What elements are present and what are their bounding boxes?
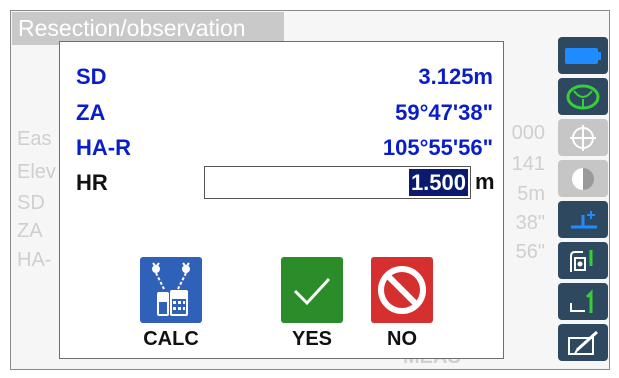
bg-row-value: 000: [511, 122, 545, 144]
bg-row-value: 141: [511, 153, 545, 175]
yes-button-label: YES: [291, 328, 333, 350]
no-button[interactable]: NO: [371, 257, 433, 350]
ha-r-value: 105°55'56": [382, 135, 493, 160]
bg-row-label: Eas: [17, 128, 52, 150]
za-value: 59°47'38": [395, 100, 493, 125]
bg-row-value: 5m: [517, 183, 545, 205]
bg-row-label: SD: [17, 192, 45, 214]
bg-row-label: ZA: [17, 220, 43, 242]
hr-input-value: 1.500: [408, 169, 468, 196]
edit-icon[interactable]: [558, 324, 608, 361]
no-button-label: NO: [387, 328, 417, 350]
bg-row-value: 56": [515, 241, 545, 263]
target-icon[interactable]: [558, 119, 608, 156]
screen: Resection/observation Eas 000 Elev 141 S…: [10, 10, 610, 370]
confirm-dialog: SD 3.125m ZA 59°47'38" HA-R 105°55'56" H…: [59, 41, 504, 359]
yes-button[interactable]: YES: [281, 257, 343, 350]
laser-icon[interactable]: [558, 160, 608, 197]
sd-value: 3.125m: [418, 64, 493, 89]
za-label: ZA: [76, 100, 106, 125]
tilt-icon[interactable]: [558, 78, 608, 115]
prism-icon[interactable]: [558, 242, 608, 279]
ha-r-label: HA-R: [76, 135, 131, 160]
checkmark-icon: [281, 257, 343, 323]
hr-input[interactable]: 1.500: [204, 166, 471, 199]
calc-icon: [140, 257, 202, 323]
bg-row-value: 38": [515, 212, 545, 234]
battery-icon: [558, 37, 608, 74]
hr-unit: m: [475, 169, 495, 194]
height-icon[interactable]: [558, 201, 608, 238]
calc-button-label: CALC: [143, 328, 199, 350]
prohibited-icon: [371, 257, 433, 323]
page-one-icon[interactable]: [558, 283, 608, 320]
bg-row-label: HA-: [17, 249, 52, 271]
calc-button[interactable]: CALC: [140, 257, 202, 350]
sd-label: SD: [76, 64, 107, 89]
bg-row-label: Elev: [17, 161, 56, 183]
hr-label: HR: [76, 170, 108, 195]
